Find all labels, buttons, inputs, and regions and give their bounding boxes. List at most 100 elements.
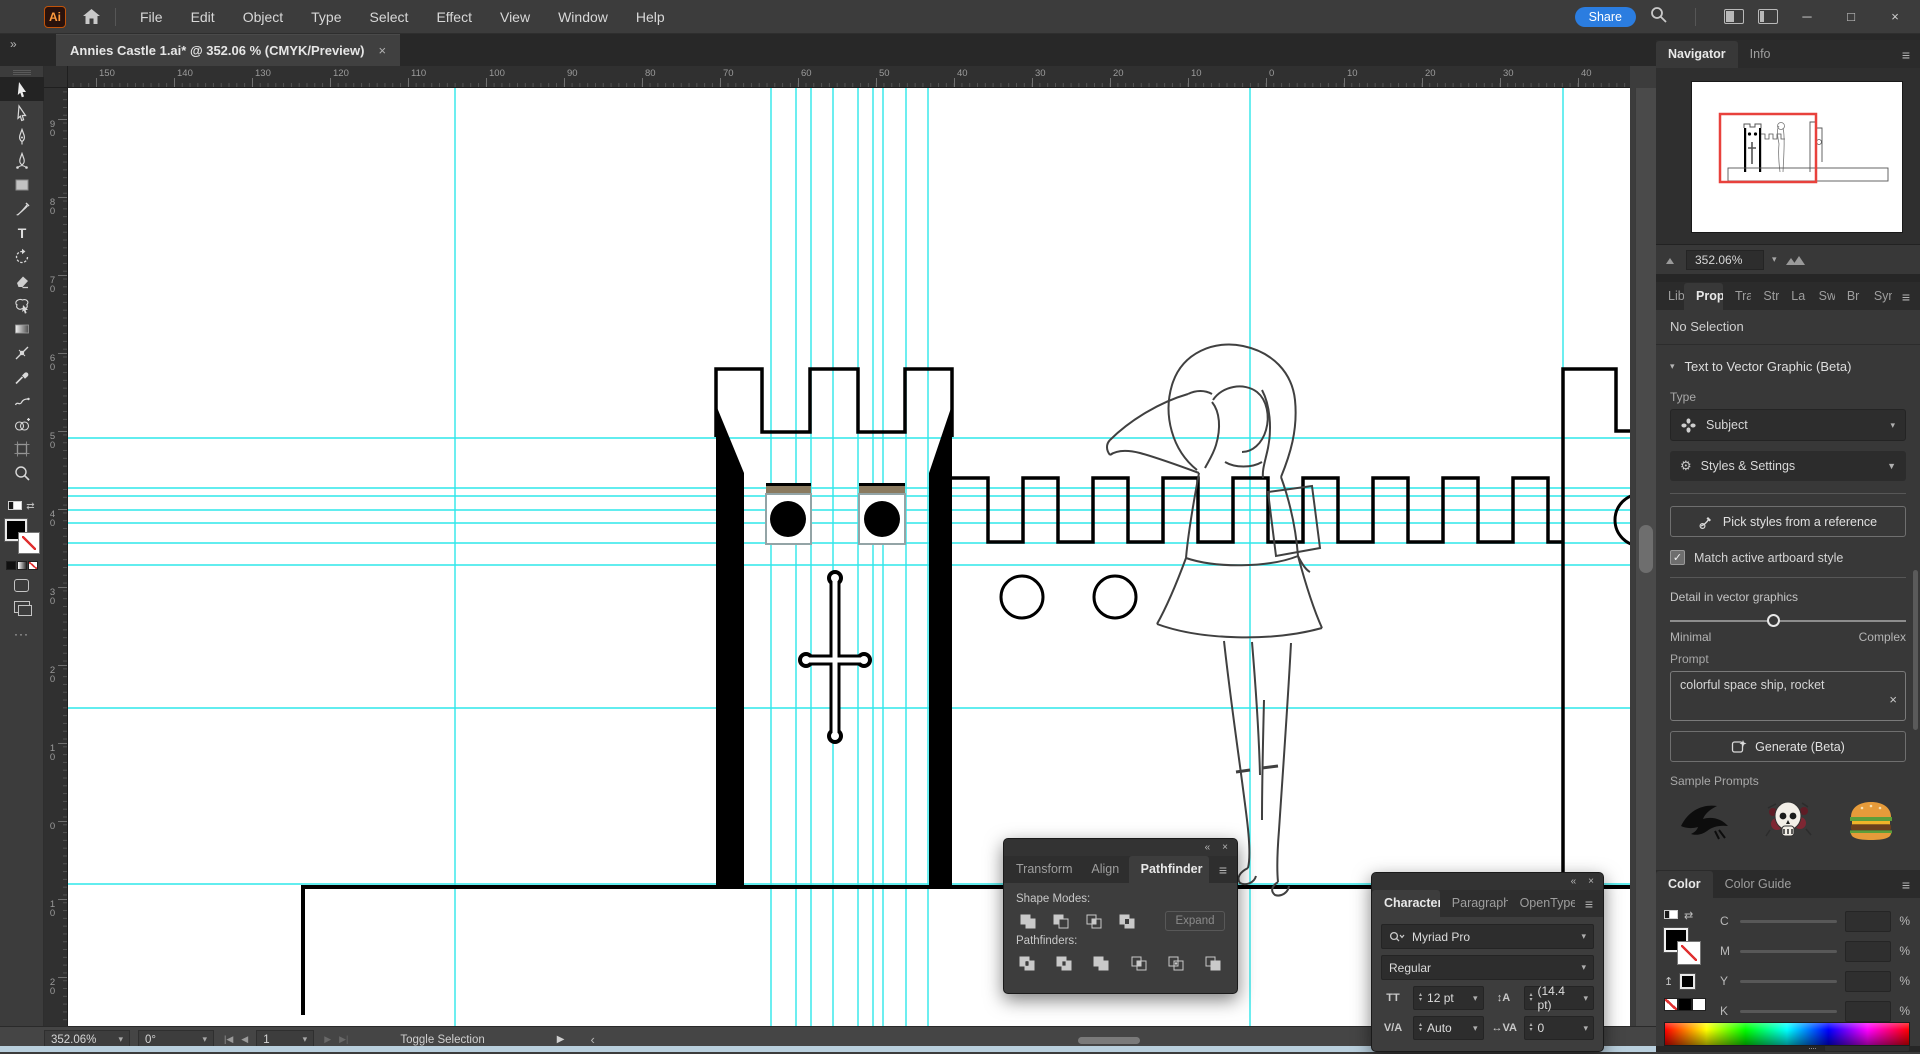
- workspace-switcher-icon[interactable]: [1758, 9, 1778, 24]
- chevron-down-icon[interactable]: ▾: [1581, 962, 1586, 973]
- trim-icon[interactable]: [1053, 953, 1076, 973]
- ruler-origin-corner[interactable]: [44, 66, 68, 88]
- eraser-tool[interactable]: [0, 269, 44, 293]
- screen-mode-button[interactable]: [14, 601, 30, 613]
- sample-eagle-thumbnail[interactable]: [1674, 797, 1736, 843]
- menu-select[interactable]: Select: [360, 5, 419, 29]
- tab-opentype[interactable]: OpenType: [1508, 890, 1575, 917]
- color-spectrum-bar[interactable]: [1664, 1022, 1910, 1046]
- black-swatch[interactable]: [1678, 998, 1692, 1011]
- panel-menu-icon[interactable]: ≡: [1892, 289, 1920, 310]
- curvature-tool[interactable]: [0, 149, 44, 173]
- chevron-down-icon[interactable]: ▾: [1581, 931, 1586, 942]
- chevron-down-icon[interactable]: ▾: [1583, 993, 1588, 1004]
- zoom-in-icon[interactable]: [1785, 254, 1807, 266]
- panel-menu-icon[interactable]: ≡: [1892, 47, 1920, 68]
- chevron-down-icon[interactable]: ▾: [1473, 993, 1478, 1004]
- swap-fill-stroke-icon[interactable]: ⇄: [26, 501, 34, 512]
- vertical-ruler[interactable]: 90807060504030201001020: [44, 88, 68, 1026]
- navigator-view-rect[interactable]: [1720, 114, 1816, 182]
- slider-knob[interactable]: [1767, 614, 1780, 627]
- intersect-icon[interactable]: [1082, 911, 1106, 931]
- tab-pathfinder[interactable]: Pathfinder: [1129, 856, 1209, 883]
- channel-slider[interactable]: [1740, 980, 1837, 983]
- panel-menu-icon[interactable]: ≡: [1892, 877, 1920, 898]
- minus-back-icon[interactable]: [1202, 953, 1225, 973]
- eyedropper-tool[interactable]: [0, 365, 44, 389]
- menu-effect[interactable]: Effect: [426, 5, 482, 29]
- navigator-zoom-field[interactable]: 352.06%: [1686, 250, 1764, 270]
- channel-value-input[interactable]: [1845, 971, 1891, 992]
- rectangle-tool[interactable]: [0, 173, 44, 197]
- white-swatch[interactable]: [1692, 998, 1706, 1011]
- menu-help[interactable]: Help: [626, 5, 675, 29]
- close-tab-icon[interactable]: ×: [378, 43, 386, 58]
- menu-edit[interactable]: Edit: [181, 5, 225, 29]
- channel-value-input[interactable]: [1845, 1001, 1891, 1022]
- navigator-preview[interactable]: [1656, 68, 1920, 244]
- document-tab[interactable]: Annies Castle 1.ai* @ 352.06 % (CMYK/Pre…: [56, 34, 400, 66]
- t2v-section-header[interactable]: ▾ Text to Vector Graphic (Beta): [1656, 345, 1920, 382]
- menu-file[interactable]: File: [130, 5, 173, 29]
- tab-sw[interactable]: Sw: [1807, 283, 1835, 310]
- tab-navigator[interactable]: Navigator: [1656, 41, 1738, 68]
- tab-transform[interactable]: Transform: [1004, 856, 1079, 883]
- tab-paragraph[interactable]: Paragraph: [1440, 890, 1508, 917]
- channel-slider[interactable]: [1740, 1010, 1837, 1013]
- divide-icon[interactable]: [1016, 953, 1039, 973]
- arrange-documents-icon[interactable]: [1724, 9, 1744, 24]
- menu-object[interactable]: Object: [233, 5, 293, 29]
- swap-colors-icon[interactable]: ⇄: [1684, 909, 1693, 922]
- horizontal-ruler[interactable]: 1501401301201101009080706050403020100102…: [68, 66, 1630, 88]
- menu-window[interactable]: Window: [548, 5, 618, 29]
- first-artboard-icon[interactable]: |◀: [224, 1034, 233, 1045]
- tab-character[interactable]: Character: [1372, 890, 1440, 917]
- chevron-down-icon[interactable]: ▾: [1583, 1023, 1588, 1034]
- tab-align[interactable]: Align: [1079, 856, 1128, 883]
- horizontal-scrollbar-thumb[interactable]: [1078, 1037, 1140, 1044]
- close-panel-icon[interactable]: ×: [1588, 876, 1594, 887]
- gradient-tool[interactable]: [0, 317, 44, 341]
- rotate-tool[interactable]: [0, 245, 44, 269]
- channel-slider[interactable]: [1740, 920, 1837, 923]
- width-tool[interactable]: [0, 341, 44, 365]
- drawing-modes-button[interactable]: [14, 579, 29, 592]
- clear-prompt-icon[interactable]: ×: [1889, 692, 1897, 707]
- tab-str[interactable]: Str: [1751, 283, 1779, 310]
- duplicate-swatch-icon[interactable]: [1664, 906, 1678, 924]
- tab-properties[interactable]: Properties: [1684, 283, 1723, 310]
- tab-tra[interactable]: Tra: [1723, 283, 1751, 310]
- smooth-tool[interactable]: [0, 389, 44, 413]
- gradient-mode-button[interactable]: [17, 561, 27, 570]
- selection-tool[interactable]: [0, 77, 44, 101]
- checkbox-checked-icon[interactable]: ✓: [1670, 550, 1685, 565]
- sample-hamburger-thumbnail[interactable]: [1840, 797, 1902, 843]
- step-down-icon[interactable]: ▾: [1530, 1028, 1533, 1033]
- vertical-scrollbar-thumb[interactable]: [1639, 525, 1653, 573]
- detail-slider[interactable]: [1670, 614, 1906, 628]
- close-panel-icon[interactable]: ×: [1222, 842, 1228, 853]
- previous-artboard-icon[interactable]: ◀: [241, 1034, 248, 1045]
- step-down-icon[interactable]: ▾: [1419, 998, 1422, 1003]
- stroke-color-swatch[interactable]: [19, 533, 39, 553]
- tab-color-guide[interactable]: Color Guide: [1713, 871, 1804, 898]
- properties-scrollbar-thumb[interactable]: [1913, 570, 1918, 730]
- status-back-icon[interactable]: ‹: [590, 1032, 594, 1047]
- next-artboard-icon[interactable]: ▶: [324, 1034, 331, 1045]
- collapse-panel-icon[interactable]: «: [1205, 842, 1211, 853]
- last-artboard-icon[interactable]: ▶|: [339, 1034, 348, 1045]
- panel-menu-icon[interactable]: ≡: [1575, 896, 1603, 917]
- close-window-button[interactable]: ×: [1880, 9, 1910, 24]
- exclude-icon[interactable]: [1115, 911, 1139, 931]
- edit-toolbar-button[interactable]: ···: [0, 627, 43, 641]
- zoom-tool[interactable]: [0, 461, 44, 485]
- font-size-field[interactable]: ▴▾ 12 pt ▾: [1413, 986, 1484, 1010]
- match-artboard-row[interactable]: ✓ Match active artboard style: [1670, 550, 1906, 565]
- tab-lib[interactable]: Lib: [1656, 283, 1684, 310]
- last-color-arrow-icon[interactable]: ↥: [1664, 975, 1673, 988]
- expand-panel-icon[interactable]: »: [10, 37, 17, 51]
- tracking-field[interactable]: ▴▾ 0 ▾: [1524, 1016, 1595, 1040]
- type-tool[interactable]: T: [0, 221, 44, 245]
- unite-icon[interactable]: [1016, 911, 1040, 931]
- vertical-scrollbar[interactable]: [1635, 88, 1656, 1026]
